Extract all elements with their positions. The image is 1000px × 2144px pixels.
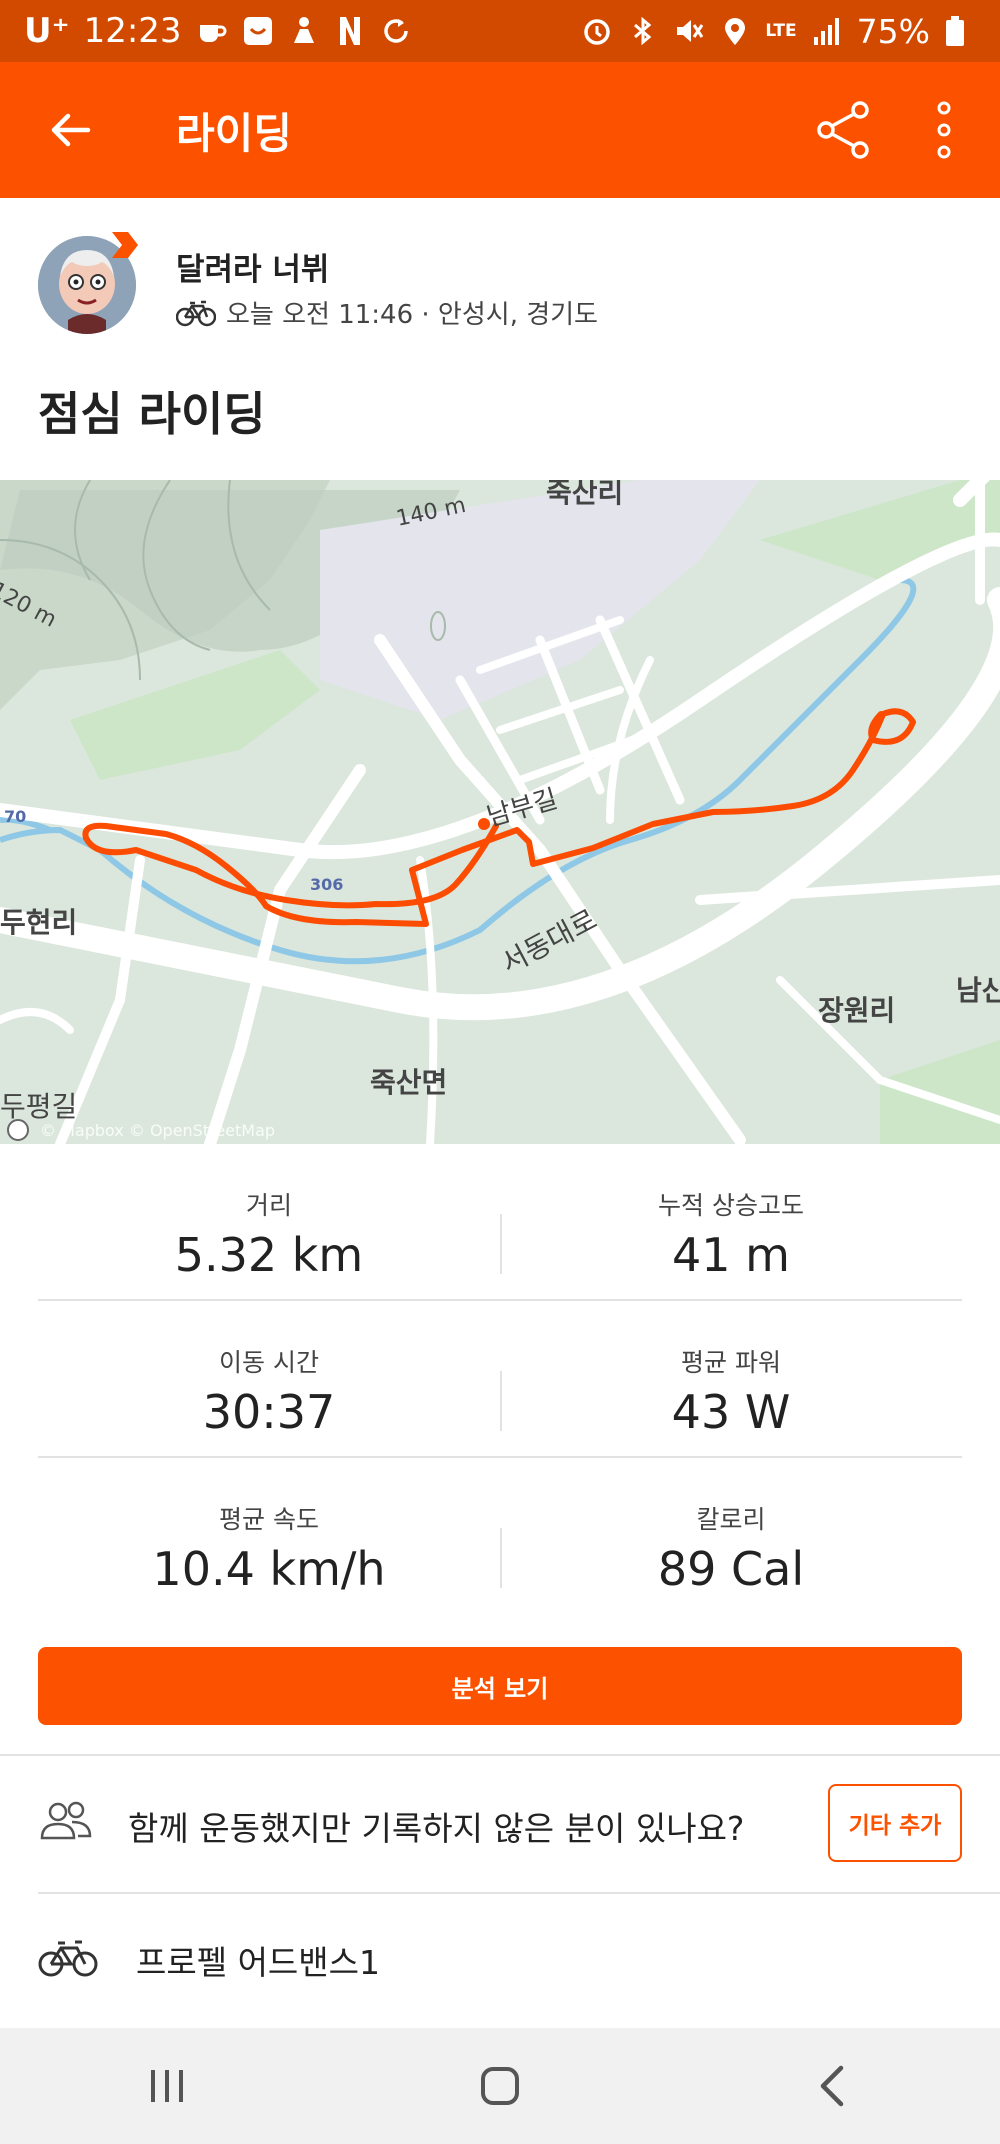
divider <box>500 1528 502 1588</box>
carrier-label: U⁺ <box>24 11 70 51</box>
sync-icon <box>380 15 412 47</box>
clock: 12:23 <box>83 11 182 51</box>
map-label-70: 70 <box>4 807 26 826</box>
system-nav-bar <box>0 2028 1000 2144</box>
people-icon <box>40 1801 92 1840</box>
figure-icon <box>288 15 320 47</box>
back-button[interactable] <box>0 62 140 198</box>
map-label-juksanmyeon: 죽산면 <box>370 1066 447 1099</box>
stat-avg-speed: 평균 속도 10.4 km/h <box>38 1458 500 1615</box>
battery-percent: 75% <box>856 11 930 51</box>
activity-meta: 오늘 오전 11:46 · 안성시, 경기도 <box>176 294 598 331</box>
more-vert-icon <box>937 101 951 159</box>
stats-grid: 거리 5.32 km 누적 상승고도 41 m 이동 시간 30:37 평균 파… <box>38 1144 962 1615</box>
stat-moving-time: 이동 시간 30:37 <box>38 1301 500 1456</box>
nav-back-button[interactable] <box>773 2028 893 2144</box>
page-title: 라이딩 <box>176 108 292 158</box>
stat-calories: 칼로리 89 Cal <box>500 1458 962 1615</box>
stat-label: 평균 파워 <box>681 1348 781 1377</box>
notification-app-icon <box>242 15 274 47</box>
share-icon <box>817 101 869 159</box>
map-label-juksanri: 죽산리 <box>546 480 623 509</box>
bluetooth-icon <box>627 15 659 47</box>
more-options-button[interactable] <box>894 62 994 198</box>
add-others-button[interactable]: 기타 추가 <box>828 1784 962 1862</box>
n-app-icon <box>334 15 366 47</box>
recents-icon <box>150 2070 183 2102</box>
athlete-name[interactable]: 달려라 너뷔 <box>176 244 329 289</box>
route-map[interactable]: 죽산리 140 m 120 m 70 두현리 306 남부길 서동대로 장원리 … <box>0 480 1000 1144</box>
coffee-icon <box>196 15 228 47</box>
athlete-header: 달려라 너뷔 오늘 오전 11:46 · 안성시, 경기도 <box>0 198 1000 358</box>
battery-icon <box>944 15 976 47</box>
stats-row: 평균 속도 10.4 km/h 칼로리 89 Cal <box>38 1458 962 1615</box>
stat-value: 43 W <box>671 1385 791 1439</box>
arrow-left-icon <box>51 113 91 147</box>
add-others-prompt: 함께 운동했지만 기록하지 않은 분이 있나요? <box>128 1809 745 1848</box>
gear-name: 프로펠 어드밴스1 <box>136 1943 381 1982</box>
stat-label: 평균 속도 <box>219 1505 319 1534</box>
share-button[interactable] <box>794 62 894 198</box>
network-type: LTE <box>765 20 797 41</box>
recents-button[interactable] <box>107 2028 227 2144</box>
stat-value: 10.4 km/h <box>152 1542 386 1596</box>
gear-row[interactable]: 프로펠 어드밴스1 <box>0 1892 1000 2028</box>
stat-elevation-gain: 누적 상승고도 41 m <box>500 1144 962 1299</box>
home-button[interactable] <box>440 2028 560 2144</box>
stat-value: 89 Cal <box>657 1542 805 1596</box>
activity-title: 점심 라이딩 <box>38 387 266 441</box>
map-label-dupyeonggil: 두평길 <box>0 1090 77 1123</box>
stat-label: 거리 <box>245 1191 292 1220</box>
divider <box>500 1371 502 1431</box>
map-attribution[interactable]: © Mapbox © OpenStreetMap <box>40 1121 275 1140</box>
stats-row: 거리 5.32 km 누적 상승고도 41 m <box>38 1144 962 1301</box>
map-label-306: 306 <box>310 875 343 894</box>
activity-meta-text: 오늘 오전 11:46 · 안성시, 경기도 <box>226 300 598 330</box>
app-bar: 라이딩 <box>0 62 1000 198</box>
stat-label: 이동 시간 <box>219 1348 319 1377</box>
divider <box>500 1214 502 1274</box>
stat-value: 41 m <box>672 1228 790 1282</box>
status-bar: U⁺ 12:23 LTE 75% <box>0 0 1000 62</box>
stat-distance: 거리 5.32 km <box>38 1144 500 1299</box>
bike-icon <box>176 300 216 326</box>
mute-icon <box>673 15 705 47</box>
stat-value: 30:37 <box>202 1385 336 1439</box>
view-analysis-button[interactable]: 분석 보기 <box>38 1647 962 1725</box>
nav-back-icon <box>821 2065 844 2107</box>
map-label-jangwonri: 장원리 <box>818 994 895 1027</box>
alarm-icon <box>581 15 613 47</box>
bike-icon <box>38 1940 98 1977</box>
stats-row: 이동 시간 30:37 평균 파워 43 W <box>38 1301 962 1458</box>
mapbox-logo-icon[interactable] <box>7 1119 29 1141</box>
stat-avg-power: 평균 파워 43 W <box>500 1301 962 1456</box>
screen: U⁺ 12:23 LTE 75% 라이딩 달려라 너뷔 오늘 오전 11:46 … <box>0 0 1000 2144</box>
strava-badge-icon <box>112 232 138 258</box>
map-label-namsan: 남산 <box>956 974 1000 1007</box>
add-others-row: 함께 운동했지만 기록하지 않은 분이 있나요? 기타 추가 <box>0 1756 1000 1892</box>
location-icon <box>719 15 751 47</box>
stat-label: 누적 상승고도 <box>658 1191 804 1220</box>
stat-label: 칼로리 <box>696 1505 766 1534</box>
map-label-duhyeonri: 두현리 <box>0 906 77 939</box>
signal-icon <box>811 15 843 47</box>
home-icon <box>480 2067 519 2105</box>
stat-value: 5.32 km <box>174 1228 364 1282</box>
